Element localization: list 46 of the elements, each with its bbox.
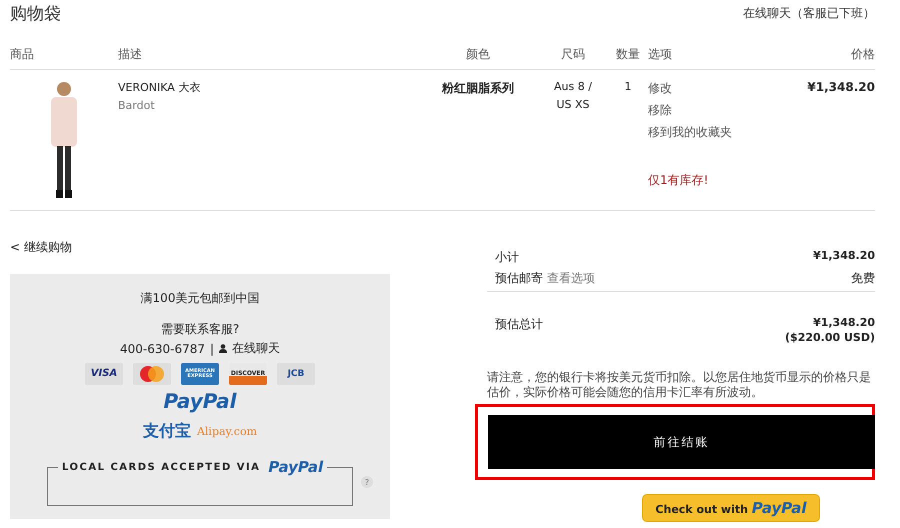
shipping-options-link[interactable]: 查看选项 [547,270,595,287]
paypal-logo: PayPal [268,458,324,476]
card-logo: JCB [277,363,315,385]
product-color: 粉红胭脂系列 [440,80,515,97]
currency-notice: 请注意，您的银行卡将按美元货币扣除。以您居住地货币显示的价格只是估价，实际价格可能会随您的信用卡汇率有所波动。 [487,370,872,400]
option-link[interactable]: 移到我的收藏夹 [648,124,758,141]
stock-warning: 仅1有库存! [648,172,710,189]
mastercard-logo-icon [133,363,171,385]
local-cards-label: LOCAL CARDS ACCEPTED VIA [62,462,260,472]
alipay-logo: 支付宝 [142,421,191,442]
total-usd-value: ($220.00 USD) [785,331,875,344]
product-name[interactable]: VERONIKA 大衣 [118,80,418,95]
free-shipping-note: 满100美元包邮到中国 [140,290,260,307]
live-chat-link[interactable]: 在线聊天（客服已下班） [743,4,875,22]
separator: | [210,342,214,356]
total-value: ¥1,348.20 [813,316,875,329]
item-price: ¥1,348.20 [806,80,875,96]
column-header: 尺码 [560,46,586,63]
column-header: 选项 [648,46,673,63]
continue-shopping-link[interactable]: < 继续购物 [10,239,390,256]
alipay-wordmark: Alipay.com [196,425,258,438]
paypal-checkout-button[interactable]: Check out with PayPal [642,494,820,522]
shipping-label: 预估邮寄 [495,270,543,287]
product-size: US XS [556,98,590,111]
checkout-button[interactable]: 前往结账 [488,415,875,469]
shipping-value: 免费 [851,270,875,287]
option-link[interactable]: 修改 [648,80,758,97]
column-header: 价格 [850,46,875,63]
column-header: 颜色 [465,46,491,63]
product-brand: Bardot [118,99,156,112]
live-chat-link[interactable]: 在线聊天 [232,340,280,357]
total-label: 预估总计 [495,316,543,333]
page-title: 购物袋 [10,2,61,24]
phone-number: 400-630-6787 [120,342,205,356]
product-size: Aus 8 / [554,80,592,93]
help-title: 需要联系客服? [160,321,240,338]
card-logo: VISA [85,363,123,385]
column-header: 描述 [118,46,143,63]
column-header: 商品 [10,46,35,63]
column-header: 数量 [615,46,641,63]
subtotal-value: ¥1,348.20 [813,249,875,264]
option-link[interactable]: 移除 [648,102,758,119]
paypal-logo: PayPal [163,389,237,413]
quantity: 1 [624,80,632,95]
person-icon [219,344,228,353]
subtotal-label: 小计 [495,249,519,266]
